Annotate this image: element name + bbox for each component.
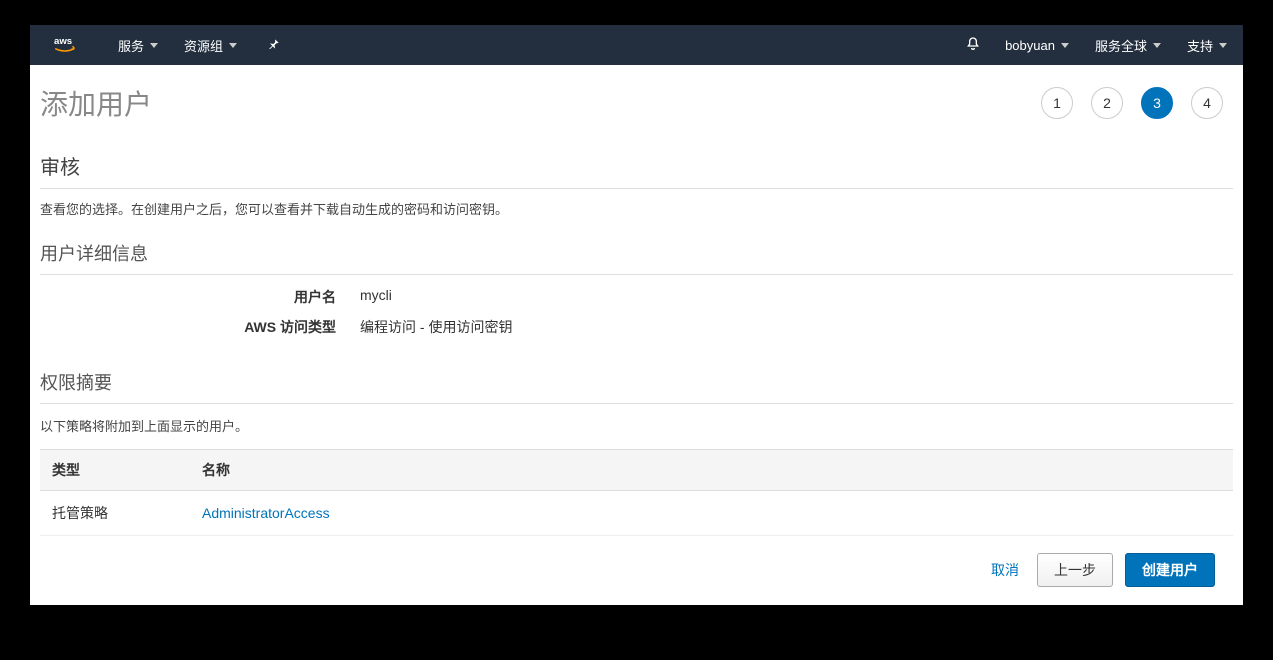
step-3[interactable]: 3 bbox=[1141, 87, 1173, 119]
nav-support[interactable]: 支持 bbox=[1187, 36, 1227, 55]
chevron-down-icon bbox=[229, 43, 237, 48]
detail-label: 用户名 bbox=[40, 287, 360, 307]
nav-resource-groups-label: 资源组 bbox=[184, 36, 223, 55]
create-user-button[interactable]: 创建用户 bbox=[1125, 553, 1215, 587]
table-row: 托管策略 AdministratorAccess bbox=[40, 491, 1233, 536]
cancel-button[interactable]: 取消 bbox=[991, 560, 1019, 580]
policies-table: 类型 名称 托管策略 AdministratorAccess bbox=[40, 449, 1233, 536]
step-1[interactable]: 1 bbox=[1041, 87, 1073, 119]
chevron-down-icon bbox=[1219, 43, 1227, 48]
nav-region-label: 服务全球 bbox=[1095, 36, 1147, 55]
policy-type: 托管策略 bbox=[40, 491, 190, 536]
nav-services-label: 服务 bbox=[118, 36, 144, 55]
chevron-down-icon bbox=[150, 43, 158, 48]
previous-button[interactable]: 上一步 bbox=[1037, 553, 1113, 587]
step-2[interactable]: 2 bbox=[1091, 87, 1123, 119]
nav-user[interactable]: bobyuan bbox=[1005, 38, 1069, 53]
nav-services[interactable]: 服务 bbox=[118, 36, 158, 55]
footer-actions: 取消 上一步 创建用户 bbox=[40, 539, 1233, 605]
nav-resource-groups[interactable]: 资源组 bbox=[184, 36, 237, 55]
detail-value: 编程访问 - 使用访问密钥 bbox=[360, 317, 512, 337]
nav-support-label: 支持 bbox=[1187, 36, 1213, 55]
chevron-down-icon bbox=[1061, 43, 1069, 48]
detail-row-username: 用户名 mycli bbox=[40, 287, 1233, 307]
aws-logo[interactable]: aws bbox=[54, 34, 90, 56]
detail-label: AWS 访问类型 bbox=[40, 317, 360, 337]
svg-text:aws: aws bbox=[54, 36, 72, 47]
chevron-down-icon bbox=[1153, 43, 1161, 48]
notifications-icon[interactable] bbox=[965, 36, 981, 55]
nav-user-label: bobyuan bbox=[1005, 38, 1055, 53]
page-title: 添加用户 bbox=[40, 83, 152, 123]
col-name: 名称 bbox=[190, 450, 1233, 491]
wizard-steps: 1 2 3 4 bbox=[1041, 87, 1233, 119]
detail-value: mycli bbox=[360, 287, 392, 307]
step-4[interactable]: 4 bbox=[1191, 87, 1223, 119]
detail-row-access-type: AWS 访问类型 编程访问 - 使用访问密钥 bbox=[40, 317, 1233, 337]
policy-name-link[interactable]: AdministratorAccess bbox=[190, 491, 1233, 536]
pin-icon[interactable] bbox=[267, 37, 281, 54]
permissions-desc: 以下策略将附加到上面显示的用户。 bbox=[40, 416, 1233, 435]
col-type: 类型 bbox=[40, 450, 190, 491]
permissions-heading: 权限摘要 bbox=[40, 369, 1233, 404]
user-details-heading: 用户详细信息 bbox=[40, 240, 1233, 275]
review-desc: 查看您的选择。在创建用户之后，您可以查看并下载自动生成的密码和访问密钥。 bbox=[40, 199, 1233, 218]
review-heading: 审核 bbox=[40, 151, 1233, 189]
nav-region[interactable]: 服务全球 bbox=[1095, 36, 1161, 55]
top-nav: aws 服务 资源组 bobyuan 服务全球 支持 bbox=[30, 25, 1243, 65]
